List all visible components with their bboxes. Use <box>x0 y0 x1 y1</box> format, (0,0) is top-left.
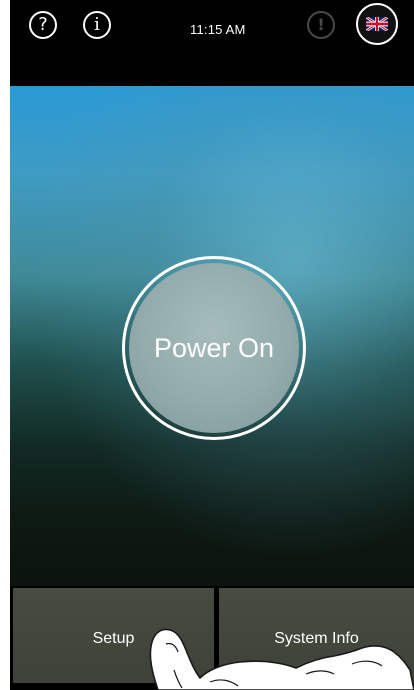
uk-flag-icon <box>366 17 388 31</box>
bottom-bar: Setup System Info <box>10 586 414 690</box>
status-bar: ? i 11:15 AM ! <box>10 0 414 86</box>
help-icon[interactable]: ? <box>29 11 57 39</box>
device-screen: ? i 11:15 AM ! Power On Setup System Inf… <box>10 0 414 690</box>
power-on-button[interactable]: Power On <box>129 263 299 433</box>
info-icon[interactable]: i <box>83 11 111 39</box>
power-ring: Power On <box>122 256 306 440</box>
clock: 11:15 AM <box>190 22 246 37</box>
alert-icon: ! <box>307 11 335 39</box>
system-info-button[interactable]: System Info <box>219 588 414 683</box>
main-panel: Power On <box>10 86 414 586</box>
language-button[interactable] <box>356 3 398 45</box>
setup-button[interactable]: Setup <box>13 588 214 683</box>
